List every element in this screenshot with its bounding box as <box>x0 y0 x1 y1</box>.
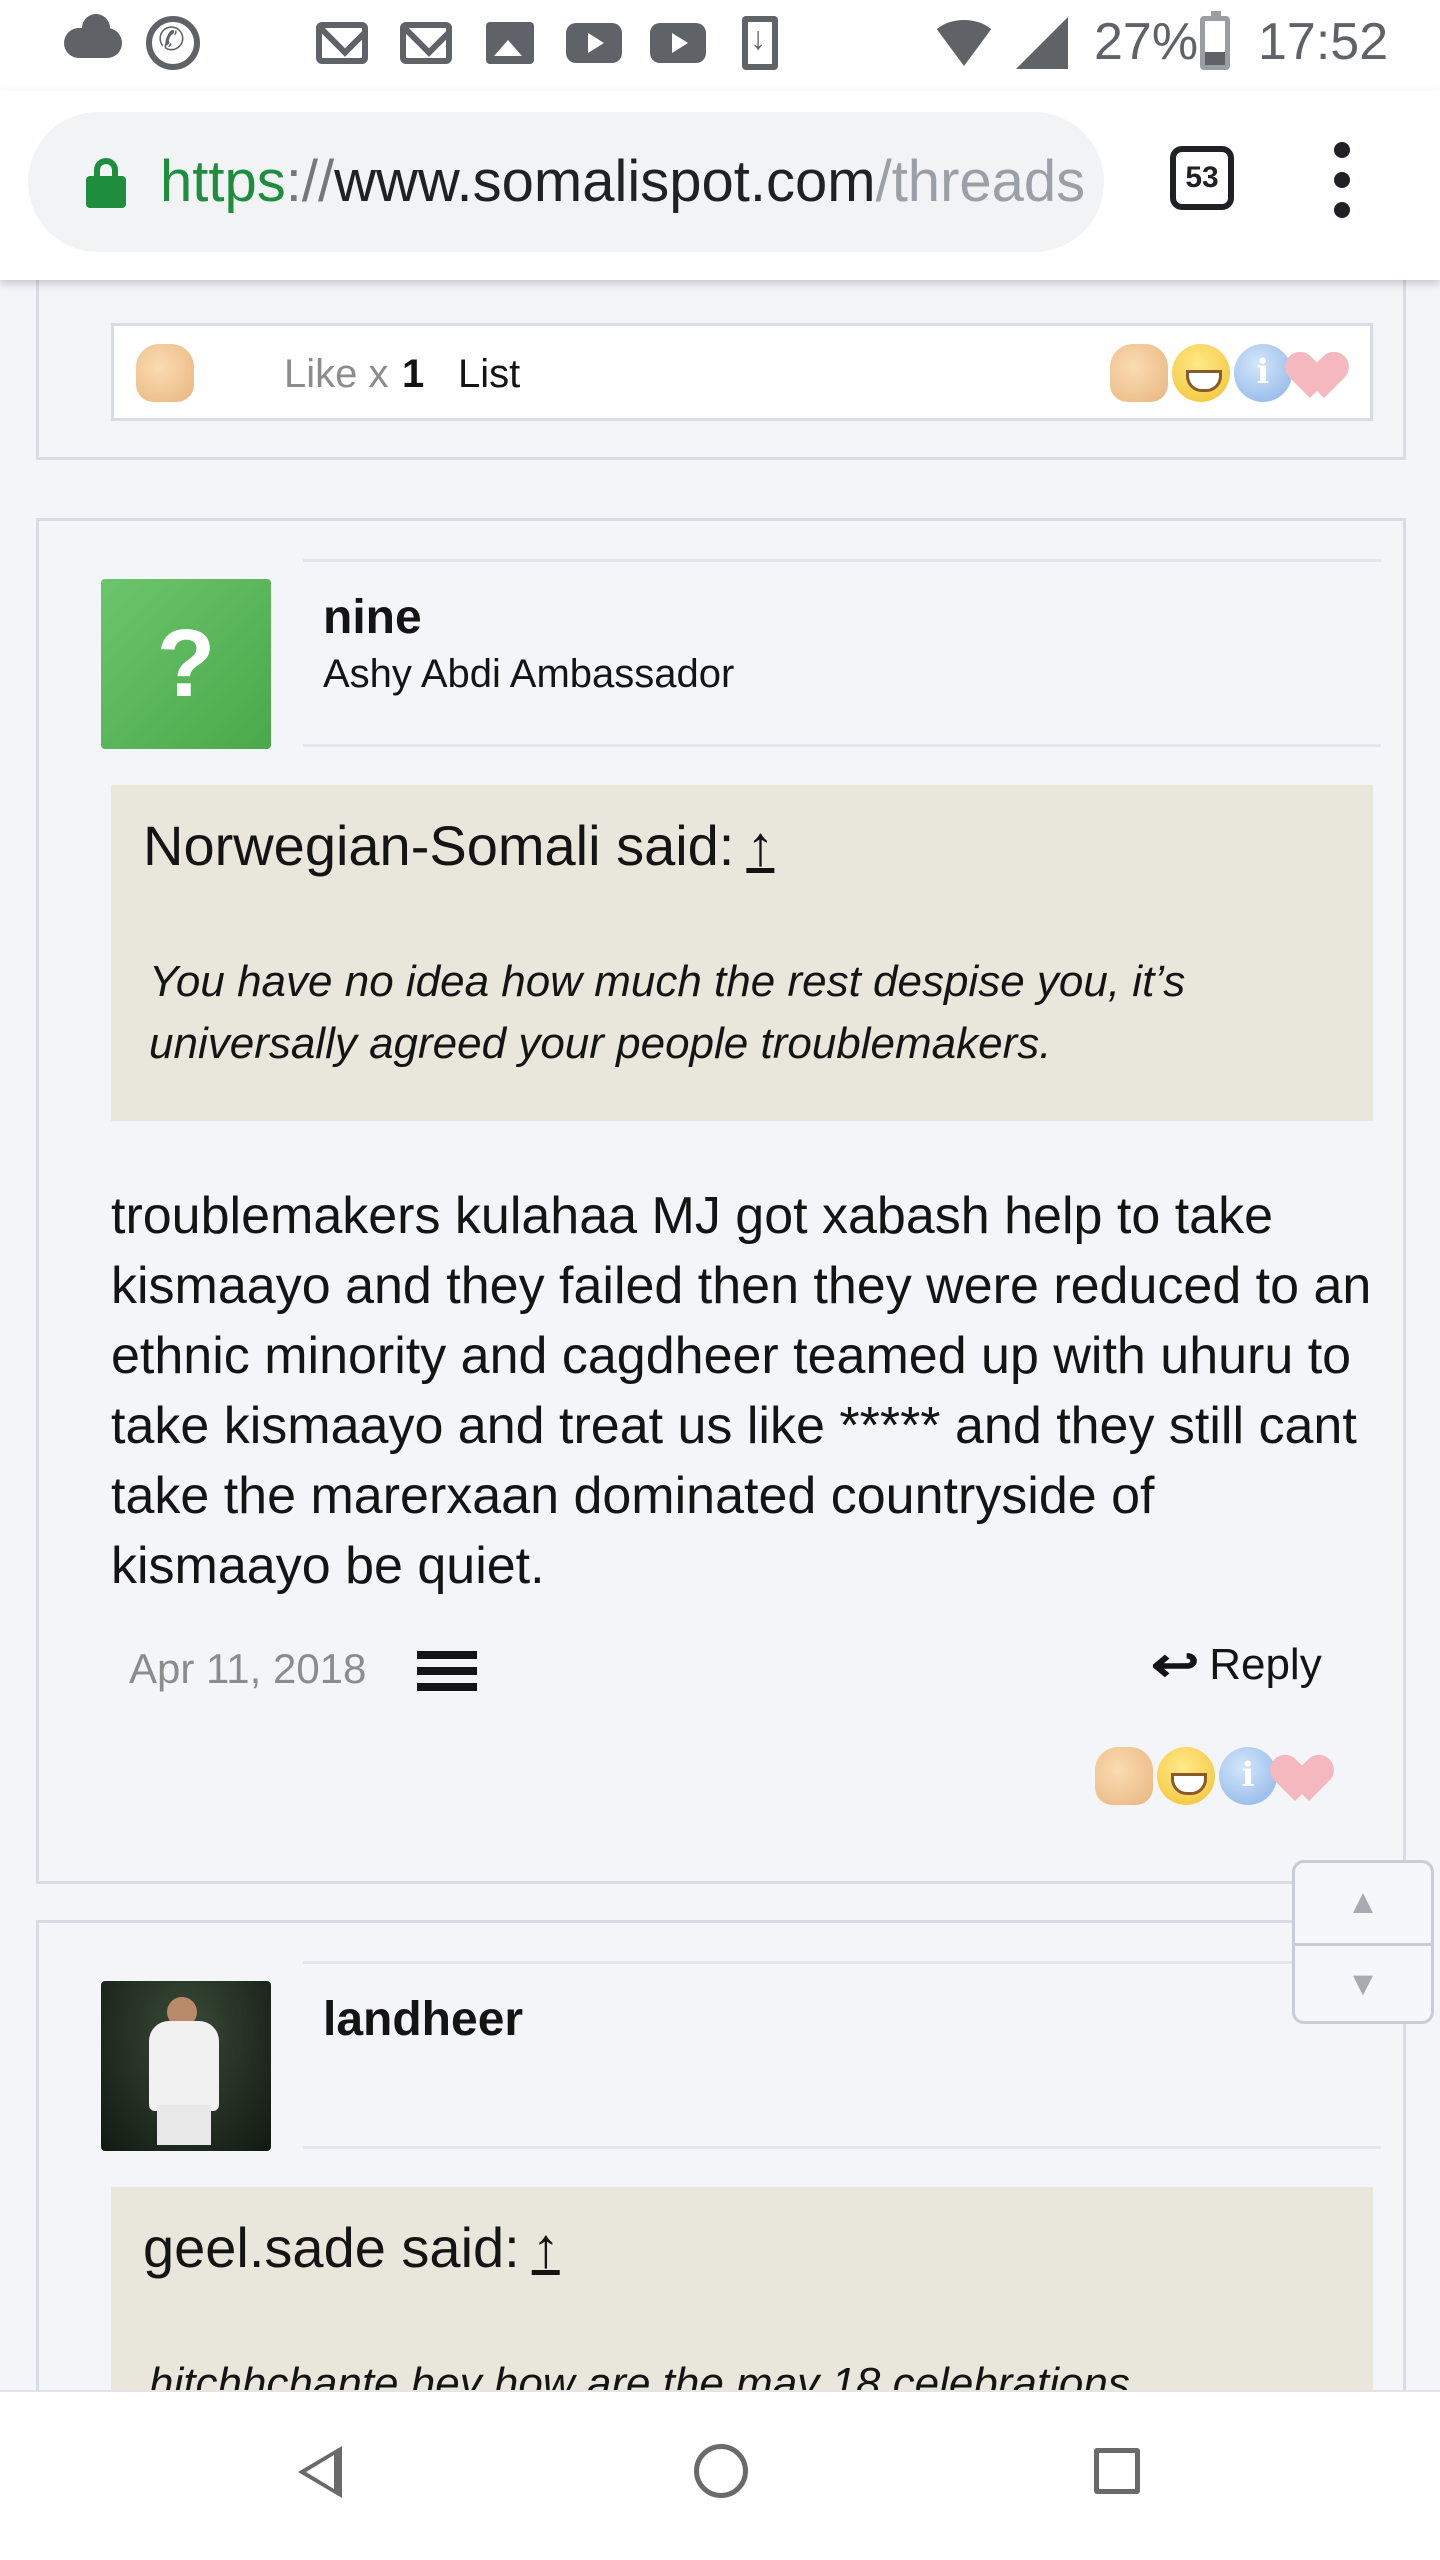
quote-attribution: Norwegian-Somali said: ↑ <box>143 813 774 878</box>
quote-jump-link[interactable]: ↑ <box>746 814 774 877</box>
quote-author: Norwegian-Somali said: <box>143 814 735 877</box>
post: landheer geel.sade said: ↑ hitchhchante h… <box>36 1920 1406 2390</box>
clock: 17:52 <box>1258 13 1389 71</box>
post-date[interactable]: Apr 11, 2018 <box>129 1645 366 1693</box>
browser-toolbar: https://www.somalispot.com/threads 53 <box>0 90 1440 280</box>
post-author: ? nine Ashy Abdi Ambassador <box>101 559 1381 769</box>
post: ? nine Ashy Abdi Ambassador Norwegian-So… <box>36 518 1406 1884</box>
informative-reaction-icon[interactable] <box>1234 344 1292 402</box>
youtube-icon <box>566 14 622 72</box>
gmail-icon <box>316 14 368 72</box>
reply-button[interactable]: ↩ Reply <box>1151 1635 1322 1695</box>
url-path: /threads <box>875 149 1086 214</box>
scroll-widget: ▲ ▼ <box>1292 1860 1434 2024</box>
quote-attribution: geel.sade said: ↑ <box>143 2215 560 2280</box>
navigation-bar <box>0 2390 1440 2560</box>
scroll-down-button[interactable]: ▼ <box>1295 1945 1431 2023</box>
previous-post: Like x 1 List <box>36 280 1406 460</box>
tab-switcher-button[interactable]: 53 <box>1170 146 1234 210</box>
quote-block: geel.sade said: ↑ hitchhchante hey how ar… <box>111 2187 1373 2390</box>
user-title: Ashy Abdi Ambassador <box>323 652 735 696</box>
status-bar: 27% 17:52 <box>0 0 1440 90</box>
quote-block: Norwegian-Somali said: ↑ You have no idea… <box>111 785 1373 1121</box>
like-thumb-icon <box>136 344 194 402</box>
author-info: landheer <box>303 1961 1381 2149</box>
like-label: Like x <box>284 352 389 396</box>
love-reaction-icon[interactable] <box>1281 1747 1339 1805</box>
overflow-menu-icon[interactable] <box>1318 142 1366 218</box>
scroll-up-button[interactable]: ▲ <box>1295 1863 1431 1941</box>
url-text[interactable]: https://www.somalispot.com/threads <box>160 146 1085 218</box>
like-reaction-icon[interactable] <box>1095 1747 1153 1805</box>
cloud-icon <box>64 14 122 72</box>
like-reaction-icon[interactable] <box>1110 344 1168 402</box>
reply-icon: ↩ <box>1150 1639 1200 1692</box>
gmail-icon <box>400 14 452 72</box>
back-icon[interactable] <box>298 2446 342 2498</box>
reply-label: Reply <box>1209 1640 1322 1689</box>
url-host: www.somalispot.com <box>334 149 876 214</box>
haha-reaction-icon[interactable] <box>1157 1747 1215 1805</box>
signal-icon <box>1016 14 1068 72</box>
informative-reaction-icon[interactable] <box>1219 1747 1277 1805</box>
love-reaction-icon[interactable] <box>1296 344 1354 402</box>
quote-text: You have no idea how much the rest despi… <box>149 957 1186 1068</box>
home-icon[interactable] <box>694 2444 748 2498</box>
wifi-icon <box>930 14 998 72</box>
screen: 27% 17:52 https://www.somalispot.com/thr… <box>0 0 1440 2560</box>
reaction-summary: Like x 1 List <box>111 323 1373 421</box>
download-icon <box>742 14 778 72</box>
post-body: troublemakers kulahaa MJ got xabash help… <box>111 1187 1372 1595</box>
thread-content: Like x 1 List ? nine Ashy Abdi Ambassado… <box>0 280 1440 2390</box>
reaction-list-link[interactable]: List <box>458 352 520 397</box>
lock-icon[interactable] <box>86 158 126 208</box>
recents-icon[interactable] <box>1094 2448 1140 2494</box>
avatar[interactable]: ? <box>101 579 271 749</box>
gallery-icon <box>486 14 534 72</box>
url-scheme: https <box>160 149 286 214</box>
username[interactable]: nine <box>323 590 422 645</box>
quote-jump-link[interactable]: ↑ <box>532 2216 560 2279</box>
battery-percent: 27% <box>1094 13 1199 71</box>
haha-reaction-icon[interactable] <box>1172 344 1230 402</box>
battery-icon <box>1200 11 1230 72</box>
reaction-icons <box>1095 1747 1339 1805</box>
url-separator: :// <box>285 149 335 214</box>
post-author: landheer <box>101 1961 1381 2171</box>
reaction-icons <box>1110 344 1354 402</box>
whatsapp-icon <box>146 14 200 72</box>
quote-text: hitchhchante hey how are the may 18 cele… <box>149 2359 1130 2390</box>
avatar[interactable] <box>101 1981 271 2151</box>
author-info: nine Ashy Abdi Ambassador <box>303 559 1381 747</box>
post-menu-icon[interactable] <box>417 1651 477 1693</box>
address-bar[interactable]: https://www.somalispot.com/threads <box>28 112 1104 252</box>
quote-author: geel.sade said: <box>143 2216 520 2279</box>
youtube-icon <box>650 14 706 72</box>
like-count: 1 <box>402 352 425 396</box>
username[interactable]: landheer <box>323 1992 523 2047</box>
